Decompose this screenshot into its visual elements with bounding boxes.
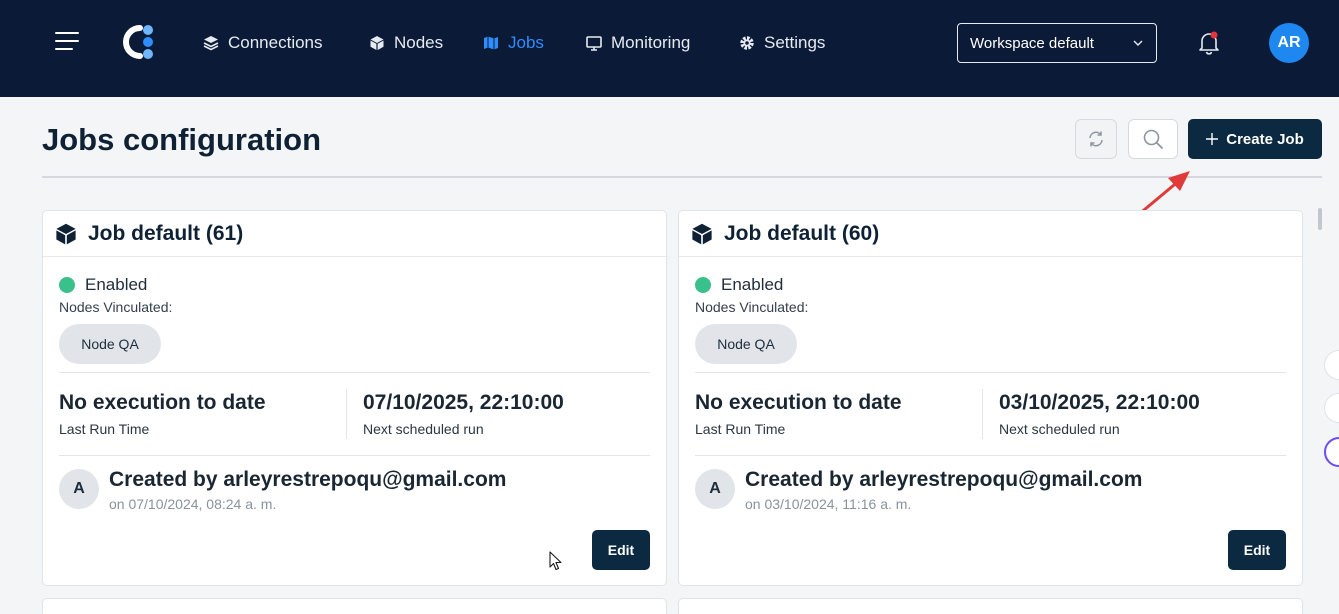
chevron-down-icon	[1133, 40, 1143, 46]
nav-connections[interactable]: Connections	[203, 30, 323, 56]
job-card-header: Job default (60)	[679, 211, 1302, 257]
divider	[695, 455, 1286, 456]
map-icon	[484, 36, 498, 50]
nav-label: Settings	[764, 33, 826, 52]
last-run-stat: No execution to date Last Run Time	[695, 391, 902, 437]
last-run-label: Last Run Time	[59, 421, 150, 437]
job-status: Enabled	[59, 275, 147, 295]
nav-label: Connections	[228, 33, 323, 52]
next-run-stat: 03/10/2025, 22:10:00 Next scheduled run	[999, 391, 1200, 437]
stat-separator	[982, 389, 983, 439]
create-job-button[interactable]: Create Job	[1188, 119, 1322, 159]
header-divider	[42, 176, 1322, 178]
nav-label: Jobs	[508, 33, 544, 52]
nav-label: Nodes	[394, 33, 444, 52]
nav-nodes[interactable]: Nodes	[369, 30, 443, 56]
job-status: Enabled	[695, 275, 783, 295]
status-dot	[59, 277, 75, 293]
nodes-vinculated-label: Nodes Vinculated:	[59, 299, 173, 315]
node-chip[interactable]: Node QA	[695, 324, 797, 364]
refresh-button[interactable]	[1075, 119, 1117, 159]
search-icon	[1143, 129, 1163, 149]
extension-icon[interactable]	[1324, 393, 1339, 423]
scrollbar-thumb[interactable]	[1318, 208, 1322, 230]
app-logo	[123, 25, 153, 59]
created-on: on 07/10/2024, 08:24 a. m.	[109, 496, 277, 512]
last-run-value: No execution to date	[59, 391, 266, 414]
page-title: Jobs configuration	[42, 122, 321, 157]
assistant-icon[interactable]	[1324, 437, 1339, 467]
nodes-vinculated-label: Nodes Vinculated:	[695, 299, 809, 315]
job-card-partial	[678, 598, 1303, 614]
cube-icon	[692, 223, 712, 244]
cube-icon	[370, 36, 384, 50]
created-by: Created by arleyrestrepoqu@gmail.com	[745, 468, 1143, 491]
plus-icon	[1206, 133, 1219, 145]
status-dot	[695, 277, 711, 293]
job-card: Job default (60) Enabled Nodes Vinculate…	[678, 210, 1303, 586]
divider	[695, 372, 1286, 373]
last-run-stat: No execution to date Last Run Time	[59, 391, 266, 437]
refresh-icon	[1089, 131, 1103, 147]
create-job-label: Create Job	[1226, 130, 1304, 148]
menu-icon[interactable]	[55, 30, 81, 52]
stat-separator	[346, 389, 347, 439]
next-run-value: 03/10/2025, 22:10:00	[999, 391, 1200, 414]
next-run-value: 07/10/2025, 22:10:00	[363, 391, 564, 414]
node-chip[interactable]: Node QA	[59, 324, 161, 364]
divider	[59, 372, 650, 373]
gear-icon	[740, 36, 754, 50]
edit-button[interactable]: Edit	[1228, 530, 1286, 570]
edit-button[interactable]: Edit	[592, 530, 650, 570]
layers-icon	[203, 36, 219, 51]
job-title: Job default (60)	[724, 221, 880, 245]
nav-settings[interactable]: Settings	[739, 30, 825, 56]
job-card: Job default (61) Enabled Nodes Vinculate…	[42, 210, 667, 586]
search-button[interactable]	[1128, 119, 1178, 159]
status-label: Enabled	[85, 275, 148, 294]
job-card-partial	[42, 598, 667, 614]
user-avatar[interactable]: AR	[1269, 23, 1309, 63]
next-run-stat: 07/10/2025, 22:10:00 Next scheduled run	[363, 391, 564, 437]
creator-avatar: A	[695, 469, 735, 509]
workspace-select-value: Workspace default	[970, 34, 1094, 52]
created-on: on 03/10/2024, 11:16 a. m.	[745, 496, 912, 512]
next-run-label: Next scheduled run	[999, 421, 1120, 437]
next-run-label: Next scheduled run	[363, 421, 484, 437]
nav-label: Monitoring	[611, 33, 691, 52]
monitor-icon	[586, 36, 602, 51]
translate-icon[interactable]	[1324, 350, 1339, 380]
job-title: Job default (61)	[88, 221, 244, 245]
nav-jobs[interactable]: Jobs	[483, 30, 544, 56]
top-navbar: Connections Nodes Jobs Monitoring Settin…	[0, 0, 1339, 97]
last-run-value: No execution to date	[695, 391, 902, 414]
workspace-select[interactable]: Workspace default	[957, 23, 1157, 63]
last-run-label: Last Run Time	[695, 421, 786, 437]
creator-avatar: A	[59, 469, 99, 509]
notification-bell-icon[interactable]	[1197, 30, 1221, 56]
status-label: Enabled	[721, 275, 784, 294]
nav-monitoring[interactable]: Monitoring	[586, 30, 690, 56]
created-by: Created by arleyrestrepoqu@gmail.com	[109, 468, 507, 491]
divider	[59, 455, 650, 456]
job-card-header: Job default (61)	[43, 211, 666, 257]
cube-icon	[56, 223, 76, 244]
